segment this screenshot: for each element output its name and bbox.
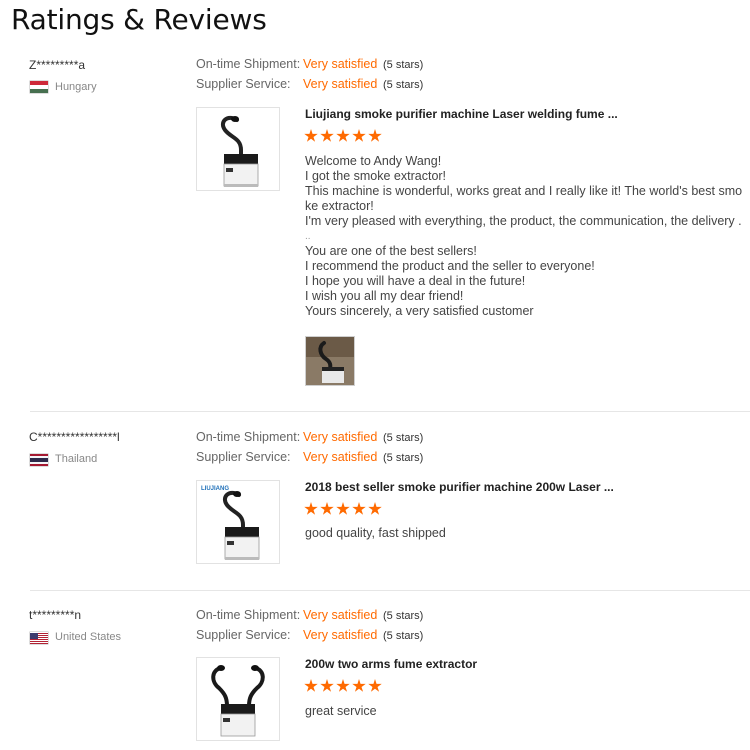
star-icon: [320, 129, 334, 142]
shipment-rating: Very satisfied: [303, 57, 378, 71]
star-icon: [320, 679, 334, 692]
shipment-rating: Very satisfied: [303, 430, 378, 444]
review-text-line: great service: [305, 704, 377, 718]
review-text-line: You are one of the best sellers!: [305, 244, 477, 258]
star-icon: [352, 502, 366, 515]
star-icon: [304, 129, 318, 142]
product-thumbnail[interactable]: [196, 657, 280, 741]
review-divider: [30, 590, 750, 591]
product-thumbnail[interactable]: [196, 107, 280, 191]
review-star-rating: [304, 129, 382, 147]
review-text: good quality, fast shipped: [305, 526, 725, 541]
service-label: Supplier Service:: [196, 628, 291, 642]
review-text-line: I wish you all my dear friend!: [305, 289, 464, 303]
review-star-rating: [304, 502, 382, 520]
shipment-stars-count: (5 stars): [383, 610, 424, 622]
review-photo[interactable]: [305, 336, 355, 386]
star-icon: [368, 129, 382, 142]
service-rating: Very satisfied: [303, 628, 378, 642]
shipment-stars-count: (5 stars): [383, 59, 424, 71]
product-title-link[interactable]: 200w two arms fume extractor: [305, 657, 477, 671]
review-text-line: Yours sincerely, a very satisfied custom…: [305, 304, 534, 318]
review-text-line: ke extractor!: [305, 199, 374, 213]
star-icon: [352, 679, 366, 692]
service-label: Supplier Service:: [196, 450, 291, 464]
review-text-line: Welcome to Andy Wang!: [305, 154, 442, 168]
buyer-name: C*****************l: [29, 430, 120, 444]
service-rating: Very satisfied: [303, 77, 378, 91]
product-title-link[interactable]: 2018 best seller smoke purifier machine …: [305, 480, 614, 494]
star-icon: [320, 502, 334, 515]
service-stars-count: (5 stars): [383, 79, 424, 91]
star-icon: [304, 679, 318, 692]
review-text: Welcome to Andy Wang! I got the smoke ex…: [305, 154, 743, 319]
product-thumbnail[interactable]: LIUJIANG: [196, 480, 280, 564]
page-title: Ratings & Reviews: [11, 3, 267, 36]
star-icon: [368, 502, 382, 515]
buyer-country: Hungary: [55, 81, 97, 93]
review-text: great service: [305, 704, 725, 719]
shipment-stars-count: (5 stars): [383, 432, 424, 444]
service-rating: Very satisfied: [303, 450, 378, 464]
star-icon: [352, 129, 366, 142]
review-divider: [30, 411, 750, 412]
thailand-flag-icon: [30, 454, 48, 466]
buyer-country: Thailand: [55, 453, 98, 465]
review-text-line: I'm very pleased with everything, the pr…: [305, 214, 742, 228]
review-text-line: I hope you will have a deal in the futur…: [305, 274, 526, 288]
service-label: Supplier Service:: [196, 77, 291, 91]
shipment-label: On-time Shipment:: [196, 57, 301, 71]
review-text-line: This machine is wonderful, works great a…: [305, 184, 743, 198]
star-icon: [368, 679, 382, 692]
buyer-name: t*********n: [29, 608, 82, 622]
review-text-line: good quality, fast shipped: [305, 526, 446, 540]
buyer-name: Z*********a: [29, 58, 86, 72]
product-logo-text: LIUJIANG: [201, 486, 229, 492]
review-text-line: I recommend the product and the seller t…: [305, 259, 595, 273]
star-icon: [336, 129, 350, 142]
buyer-country: United States: [55, 631, 122, 643]
review-text-line: I got the smoke extractor!: [305, 169, 447, 183]
star-icon: [336, 502, 350, 515]
review-star-rating: [304, 679, 382, 697]
shipment-rating: Very satisfied: [303, 608, 378, 622]
shipment-label: On-time Shipment:: [196, 608, 301, 622]
star-icon: [304, 502, 318, 515]
review-text-line: ..: [305, 231, 311, 242]
product-title-link[interactable]: Liujiang smoke purifier machine Laser we…: [305, 107, 618, 121]
united-states-flag-icon: [30, 632, 48, 644]
service-stars-count: (5 stars): [383, 630, 424, 642]
hungary-flag-icon: [30, 81, 48, 93]
star-icon: [336, 679, 350, 692]
service-stars-count: (5 stars): [383, 452, 424, 464]
shipment-label: On-time Shipment:: [196, 430, 301, 444]
